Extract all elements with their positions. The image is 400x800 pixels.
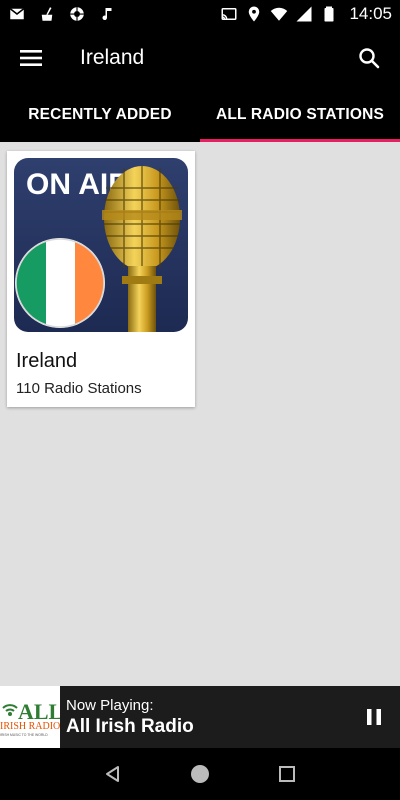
recents-icon[interactable] [277,764,297,784]
signal-icon [296,6,312,22]
pause-button[interactable] [348,686,400,748]
wifi-icon [271,7,288,21]
content-area: ON AIR Ireland 110 Radio Stations [0,142,400,680]
status-time: 14:05 [349,4,392,23]
location-icon [249,6,260,22]
back-icon[interactable] [103,764,123,784]
now-playing-station: All Irish Radio [66,715,194,737]
now-playing-info: Now Playing: All Irish Radio [66,697,194,738]
tab-recently-added[interactable]: RECENTLY ADDED [0,88,200,142]
card-title: Ireland [16,350,78,372]
card-subtitle: 110 Radio Stations [16,380,142,397]
system-nav-bar [0,748,400,800]
cast-icon [221,8,237,20]
all-irish-radio-logo: ALL IRISH RADIO IRISH MUSIC TO THE WORLD [0,686,60,748]
logo-tagline-text: IRISH MUSIC TO THE WORLD [0,733,48,737]
search-icon [359,48,380,69]
home-icon[interactable] [189,763,211,785]
tab-all-radio-stations[interactable]: ALL RADIO STATIONS [200,88,400,142]
status-bar: 14:05 [0,0,400,28]
now-playing-bar[interactable]: ALL IRISH RADIO IRISH MUSIC TO THE WORLD… [0,686,400,748]
now-playing-label: Now Playing: [66,696,154,714]
card-thumbnail: ON AIR [14,158,188,332]
clean-icon [41,7,53,21]
on-air-microphone-icon: ON AIR [14,158,188,332]
search-button[interactable] [338,28,400,88]
hamburger-menu-icon [20,50,42,66]
mail-icon [9,8,25,20]
tab-bar: RECENTLY ADDED ALL RADIO STATIONS [0,88,400,142]
aperture-icon [70,7,84,21]
menu-button[interactable] [0,28,62,88]
music-note-icon [102,8,112,21]
page-title: Ireland [80,46,145,69]
station-card-ireland[interactable]: ON AIR Ireland 110 Radio Stations [7,151,195,407]
app-bar: Ireland [0,28,400,88]
logo-irish-radio-text: IRISH RADIO [0,721,60,732]
battery-icon [324,6,334,22]
station-logo: ALL IRISH RADIO IRISH MUSIC TO THE WORLD [0,686,60,748]
pause-icon [367,709,381,725]
